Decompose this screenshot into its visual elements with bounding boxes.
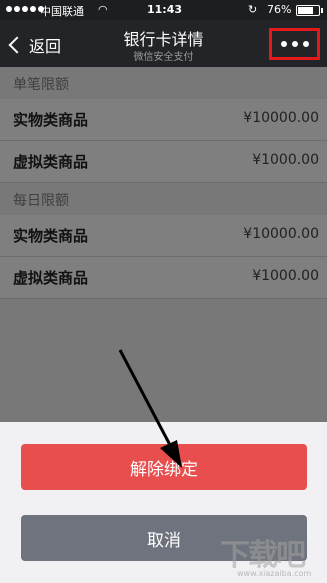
watermark-url: www.xiazaiba.com (237, 569, 312, 578)
more-dot-icon (280, 41, 287, 47)
limit-row-virtual-single: 虚拟类商品 ¥1000.00 (0, 141, 327, 183)
status-bar: 中国联通 ◠ 11:43 ↻ 76% (0, 0, 327, 20)
battery-percent: 76% (267, 3, 292, 16)
status-time: 11:43 (147, 3, 183, 16)
limit-row-value: ¥1000.00 (252, 268, 319, 284)
limit-row-name: 虚拟类商品 (13, 269, 89, 287)
limit-row-value: ¥10000.00 (243, 226, 319, 242)
nav-bar: 返回 银行卡详情 微信安全支付 (0, 20, 327, 67)
more-dot-icon (302, 41, 309, 47)
limit-row-virtual-daily: 虚拟类商品 ¥1000.00 (0, 257, 327, 299)
limit-row-value: ¥1000.00 (252, 152, 319, 168)
limit-row-physical-daily: 实物类商品 ¥10000.00 (0, 215, 327, 257)
wifi-icon: ◠ (98, 3, 108, 16)
battery-icon (296, 5, 323, 16)
orientation-lock-icon: ↻ (248, 3, 258, 16)
limit-row-physical-single: 实物类商品 ¥10000.00 (0, 99, 327, 141)
limit-row-value: ¥10000.00 (243, 110, 319, 126)
limit-row-name: 实物类商品 (13, 227, 89, 245)
battery-fill (298, 7, 313, 14)
signal-strength-icon (6, 6, 44, 12)
watermark-logo: 下载吧 (220, 538, 306, 573)
section-header-single-limit: 单笔限额 (13, 77, 69, 93)
section-header-daily-limit: 每日限额 (13, 193, 69, 209)
limit-row-name: 虚拟类商品 (13, 153, 89, 171)
more-dot-icon (291, 41, 298, 47)
limit-row-name: 实物类商品 (13, 111, 89, 129)
more-options-button[interactable] (269, 28, 320, 60)
carrier-name: 中国联通 (40, 5, 84, 18)
unbind-card-button[interactable]: 解除绑定 (21, 444, 307, 490)
